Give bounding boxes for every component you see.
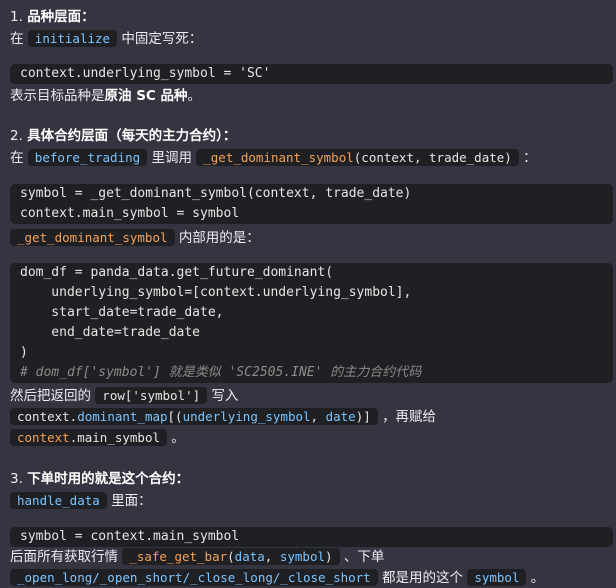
code-part: [(: [167, 409, 183, 424]
section1-desc: 表示目标品种是原油 SC 品种。: [10, 86, 201, 106]
then-line: 然后把返回的 row['symbol'] 写入: [10, 386, 238, 406]
inline-code-row-symbol: row['symbol']: [95, 387, 208, 404]
code-line: symbol = _get_dominant_symbol(context, t…: [20, 186, 412, 201]
text: 后面所有获取行情: [10, 549, 118, 565]
inline-code-before-trading: before_trading: [27, 149, 148, 166]
text: 、下单: [343, 549, 385, 565]
inner-line: _get_dominant_symbol 内部用的是：: [10, 228, 260, 248]
code-line: start_date=trade_date,: [20, 305, 224, 320]
code-line: context.underlying_symbol = 'SC': [20, 66, 271, 81]
text: 。: [530, 570, 545, 586]
code-block-dom-df: dom_df = panda_data.get_future_dominant(…: [10, 263, 613, 383]
text: 中固定写死：: [121, 31, 203, 47]
code-block-underlying: context.underlying_symbol = 'SC': [10, 64, 613, 84]
map-line: context.dominant_map[(underlying_symbol,…: [10, 407, 436, 427]
main-line: context.main_symbol 。: [10, 428, 185, 448]
code-comment: # dom_df['symbol'] 就是类似 'SC2505.INE' 的主力…: [20, 365, 422, 380]
text: 写入: [211, 388, 239, 404]
section1-number: 1.: [10, 9, 23, 25]
section2-number: 2.: [10, 128, 23, 144]
section3-title: 下单时用的就是这个合约：: [27, 471, 190, 487]
code-part: )]: [355, 409, 371, 424]
code-line: end_date=trade_date: [20, 325, 201, 340]
text: ：: [523, 150, 537, 166]
code-line: symbol = context.main_symbol: [20, 529, 240, 544]
code-line: ): [20, 345, 28, 360]
section2-heading: 2. 具体合约层面（每天的主力合约）：: [10, 126, 236, 146]
inline-code-handle-data: handle_data: [10, 492, 107, 509]
code-part: underlying_symbol: [182, 409, 311, 424]
section3-heading: 3. 下单时用的就是这个合约：: [10, 469, 189, 489]
inline-code-safe-get-bar: _safe_get_bar(data, symbol): [122, 548, 340, 565]
section2-line: 在 before_trading 里调用 _get_dominant_symbo…: [10, 148, 537, 168]
inline-code-orders: _open_long/_open_short/_close_long/_clos…: [10, 569, 378, 586]
text: 。: [171, 430, 185, 446]
inline-code-symbol: symbol: [467, 569, 527, 586]
code-part: ,: [264, 549, 280, 564]
text: 表示目标品种是: [10, 88, 105, 104]
code-part: context.: [17, 409, 78, 424]
inline-code-get-dominant: _get_dominant_symbol: [10, 229, 175, 246]
code-part: date: [325, 409, 356, 424]
text: 里调用: [151, 150, 192, 166]
bold-text: 原油 SC 品种: [104, 88, 188, 104]
code-part: _safe_get_bar: [129, 549, 228, 564]
orders-line: _open_long/_open_short/_close_long/_clos…: [10, 568, 544, 588]
code-part: (: [227, 549, 235, 564]
code-line: context.main_symbol = symbol: [20, 206, 240, 221]
code-line: dom_df = panda_data.get_future_dominant(: [20, 265, 334, 280]
text: 都是用的这个: [382, 570, 464, 586]
text: 内部用的是：: [178, 230, 260, 246]
inline-code-main-symbol: context.main_symbol: [10, 429, 167, 446]
inline-code-dominant-map: context.dominant_map[(underlying_symbol,…: [10, 408, 378, 425]
inline-code-get-dominant-call: _get_dominant_symbol(context, trade_date…: [196, 149, 519, 166]
code-part: ): [325, 549, 333, 564]
code-block-symbol: symbol = _get_dominant_symbol(context, t…: [10, 184, 613, 224]
text: 里面：: [111, 493, 152, 509]
code-block-main-symbol: symbol = context.main_symbol: [10, 527, 613, 547]
code-part: ,: [310, 409, 326, 424]
code-part: dominant_map: [77, 409, 168, 424]
section1-line: 在 initialize 中固定写死：: [10, 29, 202, 49]
inline-code-initialize: initialize: [27, 30, 118, 47]
fn-name: _get_dominant_symbol: [203, 150, 354, 165]
text: ，再赋给: [382, 409, 437, 425]
text: 在: [10, 150, 24, 166]
code-part: .main_symbol: [69, 430, 160, 445]
section1-heading: 1. 品种层面：: [10, 7, 95, 27]
fn-args: (context, trade_date): [353, 150, 512, 165]
text: 。: [187, 88, 202, 104]
text: 在: [10, 31, 24, 47]
code-part: data: [234, 549, 265, 564]
code-part: symbol: [279, 549, 325, 564]
code-part: context: [17, 430, 70, 445]
section1-title: 品种层面：: [27, 9, 95, 25]
section3-number: 3.: [10, 471, 23, 487]
section2-title: 具体合约层面（每天的主力合约）：: [27, 128, 237, 144]
text: 然后把返回的: [10, 388, 91, 404]
section3-line: handle_data 里面：: [10, 491, 152, 511]
code-line: underlying_symbol=[context.underlying_sy…: [20, 285, 412, 300]
after-line: 后面所有获取行情 _safe_get_bar(data, symbol) 、下单: [10, 547, 384, 567]
